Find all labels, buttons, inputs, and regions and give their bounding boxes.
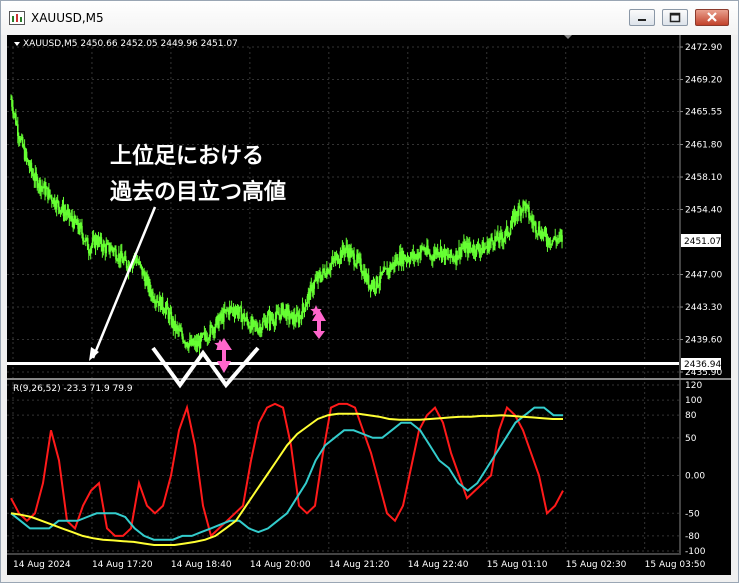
indicator-tick-label: 120 bbox=[685, 381, 702, 391]
shift-marker-icon[interactable] bbox=[564, 35, 572, 39]
candle-body bbox=[373, 281, 376, 289]
candle-body bbox=[304, 306, 307, 311]
indicator-tick-label: 50 bbox=[685, 434, 697, 444]
indicator-tick-label: -100 bbox=[685, 547, 706, 557]
time-tick-label: 15 Aug 02:30 bbox=[566, 560, 627, 570]
candle-body bbox=[25, 151, 28, 159]
annotation-line-2: 過去の目立つ高値 bbox=[110, 179, 286, 205]
candle-body bbox=[45, 188, 47, 195]
time-tick-label: 14 Aug 18:40 bbox=[171, 560, 232, 570]
indicator-label: R(9,26,52) -23.3 71.9 79.9 bbox=[13, 384, 133, 394]
maximize-button[interactable] bbox=[662, 9, 688, 26]
indicator-tick-label: 0.00 bbox=[685, 472, 705, 482]
close-icon bbox=[707, 12, 717, 22]
symbol-info: XAUUSD,M5 2450.66 2452.05 2449.96 2451.0… bbox=[23, 39, 238, 49]
chart-canvas[interactable]: 2472.90 2469.20 2465.55 2461.80 2458.10 2454.… bbox=[7, 35, 731, 575]
indicator-tick-label: 100 bbox=[685, 396, 702, 406]
indicator-series-line bbox=[10, 402, 564, 538]
annotation-line-1: 上位足における bbox=[110, 143, 264, 169]
title-bar[interactable]: XAUUSD,M5 bbox=[1, 1, 738, 35]
candle-body bbox=[49, 189, 51, 196]
candle-body bbox=[382, 271, 385, 273]
candle-body bbox=[140, 264, 143, 267]
price-tick-label: 2469.20 bbox=[685, 76, 722, 86]
indicator-tick-label: -50 bbox=[685, 509, 700, 519]
candle-body bbox=[302, 303, 305, 308]
level-price-label: 2436.94 bbox=[684, 360, 721, 370]
minimize-icon bbox=[638, 19, 646, 21]
price-tick-label: 2439.60 bbox=[685, 336, 722, 346]
candle-body bbox=[313, 281, 316, 289]
time-axis: 14 Aug 2024 14 Aug 17:20 14 Aug 18:40 14 Au… bbox=[7, 553, 706, 570]
time-tick-label: 14 Aug 2024 bbox=[13, 560, 71, 570]
time-tick-label: 14 Aug 21:20 bbox=[329, 560, 390, 570]
indicator-axis: 120 100 80 50 0.00 -50 -80 -100 bbox=[685, 381, 706, 557]
current-price-label: 2451.07 bbox=[684, 237, 721, 247]
price-tick-label: 2461.80 bbox=[685, 141, 722, 151]
grid bbox=[7, 46, 679, 552]
close-button[interactable] bbox=[695, 9, 729, 26]
time-tick-label: 14 Aug 17:20 bbox=[92, 560, 153, 570]
candle-body bbox=[57, 201, 60, 208]
price-tick-label: 2458.10 bbox=[685, 173, 722, 183]
window-title: XAUUSD,M5 bbox=[31, 11, 104, 25]
chart-window: XAUUSD,M5 2472.90 2469.20 2465.55 2461.80 24… bbox=[0, 0, 739, 583]
time-tick-label: 14 Aug 22:40 bbox=[408, 560, 469, 570]
time-tick-label: 14 Aug 20:00 bbox=[250, 560, 311, 570]
time-tick-label: 15 Aug 01:10 bbox=[487, 560, 548, 570]
maximize-icon bbox=[669, 12, 681, 23]
indicator-lines bbox=[10, 402, 564, 546]
price-tick-label: 2472.90 bbox=[685, 43, 722, 53]
candle-body bbox=[261, 321, 264, 329]
price-level-line[interactable] bbox=[7, 362, 679, 365]
panel-separator[interactable] bbox=[7, 378, 731, 380]
menu-triangle-icon[interactable] bbox=[14, 42, 20, 46]
price-tick-label: 2454.40 bbox=[685, 206, 722, 216]
price-tick-label: 2443.30 bbox=[685, 303, 722, 313]
indicator-tick-label: -80 bbox=[685, 532, 700, 542]
chart-area[interactable]: 2472.90 2469.20 2465.55 2461.80 2458.10 2454.… bbox=[7, 35, 731, 575]
price-tick-label: 2447.00 bbox=[685, 271, 722, 281]
minimize-button[interactable] bbox=[629, 9, 655, 26]
candle-body bbox=[509, 227, 512, 235]
price-tick-label: 2465.55 bbox=[685, 108, 722, 118]
chart-app-icon bbox=[9, 11, 25, 25]
candle-body bbox=[266, 315, 269, 323]
indicator-tick-label: 80 bbox=[685, 411, 697, 421]
candles bbox=[10, 94, 563, 356]
time-tick-label: 15 Aug 03:50 bbox=[645, 560, 706, 570]
candle-body bbox=[105, 244, 108, 254]
candle-body bbox=[561, 235, 563, 242]
